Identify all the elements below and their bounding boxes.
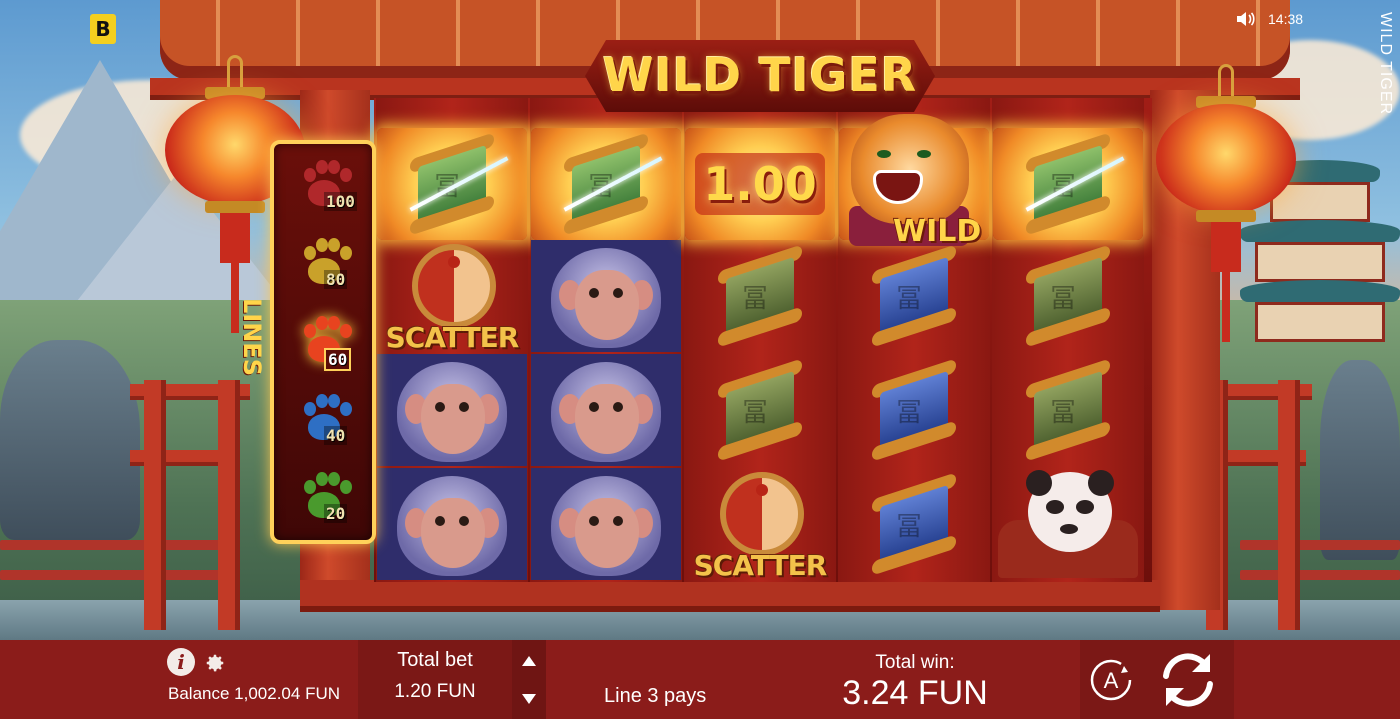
line-pays-message: Line 3 pays <box>604 685 707 707</box>
arrow-up-icon <box>522 656 536 666</box>
fence-rail <box>1240 570 1400 580</box>
symbol-blue-scroll: 冨 <box>839 240 989 352</box>
reel-1: 冨 SCATTER <box>376 98 528 582</box>
lines-option-80[interactable]: 80 <box>290 230 370 300</box>
balance-label: Balance <box>168 684 230 703</box>
balance-value: 1,002.04 FUN <box>234 684 341 703</box>
symbol-monkey <box>531 240 681 352</box>
symbol-panda <box>993 468 1143 580</box>
side-game-title: WILD TIGER <box>1377 12 1394 116</box>
speaker-icon[interactable] <box>1236 11 1256 27</box>
multiplier-value: 1.00 <box>695 153 825 215</box>
total-bet-value: 1.20 FUN <box>394 681 476 702</box>
rock <box>0 340 140 540</box>
torii-post <box>1278 380 1300 630</box>
fence-rail <box>1240 540 1400 550</box>
total-win-label: Total win: <box>875 652 955 673</box>
reel-3: 1.00 冨 冨 SCATTER <box>684 98 836 582</box>
fence-rail <box>0 540 220 550</box>
symbol-green-scroll: 冨 <box>531 128 681 240</box>
total-win-value: 3.24 FUN <box>842 674 988 712</box>
symbol-monkey <box>377 354 527 466</box>
symbol-multiplier: 1.00 <box>685 128 835 240</box>
reel-5: 冨 冨 冨 <box>992 98 1144 582</box>
symbol-green-scroll: 冨 <box>993 128 1143 240</box>
info-icon[interactable]: i <box>167 648 195 676</box>
temple-base <box>300 580 1160 612</box>
symbol-olive-scroll: 冨 <box>685 354 835 466</box>
symbol-scatter: SCATTER <box>377 240 527 354</box>
torii-post <box>144 380 166 630</box>
gear-icon[interactable] <box>204 652 226 674</box>
symbol-olive-scroll: 冨 <box>993 240 1143 352</box>
symbol-green-scroll: 冨 <box>377 128 527 240</box>
symbol-wild-tiger: WILD <box>839 114 989 249</box>
total-bet-label: Total bet <box>397 649 473 671</box>
lines-selector: 100 80 60 40 20 <box>270 140 376 544</box>
spin-button[interactable] <box>1152 646 1224 714</box>
symbol-monkey <box>531 468 681 580</box>
brand-logo: B <box>90 14 116 44</box>
lines-option-value: 40 <box>324 426 348 445</box>
symbol-olive-scroll: 冨 <box>993 354 1143 466</box>
autoplay-label: A <box>1104 668 1119 693</box>
balance-display: Balance 1,002.04 FUN <box>168 684 340 704</box>
symbol-blue-scroll: 冨 <box>839 468 989 580</box>
symbol-blue-scroll: 冨 <box>839 354 989 466</box>
symbol-monkey <box>377 468 527 580</box>
symbol-scatter: SCATTER <box>685 468 835 582</box>
lines-option-60[interactable]: 60 <box>290 308 370 378</box>
lines-option-20[interactable]: 20 <box>290 464 370 534</box>
torii-post <box>218 380 240 630</box>
lines-option-value: 100 <box>324 192 357 211</box>
reel-4: WILD 冨 冨 冨 <box>838 98 990 582</box>
arrow-down-icon <box>522 694 536 704</box>
bet-decrease-button[interactable] <box>512 680 546 718</box>
clock: 14:38 <box>1268 11 1304 27</box>
symbol-monkey <box>531 354 681 466</box>
reel-area: 冨 SCATTER 冨 1.00 冨 <box>374 98 1152 582</box>
bar-segment-right <box>1234 640 1400 719</box>
lantern-right <box>1156 64 1296 342</box>
lines-option-40[interactable]: 40 <box>290 386 370 456</box>
symbol-olive-scroll: 冨 <box>685 240 835 352</box>
lines-option-100[interactable]: 100 <box>290 152 370 222</box>
lines-option-value: 20 <box>324 504 348 523</box>
fence-rail <box>0 570 220 580</box>
autoplay-button[interactable]: A <box>1088 657 1134 703</box>
bet-increase-button[interactable] <box>512 642 546 680</box>
game-title: WILD TIGER <box>602 48 918 102</box>
lines-option-value: 80 <box>324 270 348 289</box>
reel-2: 冨 <box>530 98 682 582</box>
lines-option-value: 60 <box>324 348 352 371</box>
